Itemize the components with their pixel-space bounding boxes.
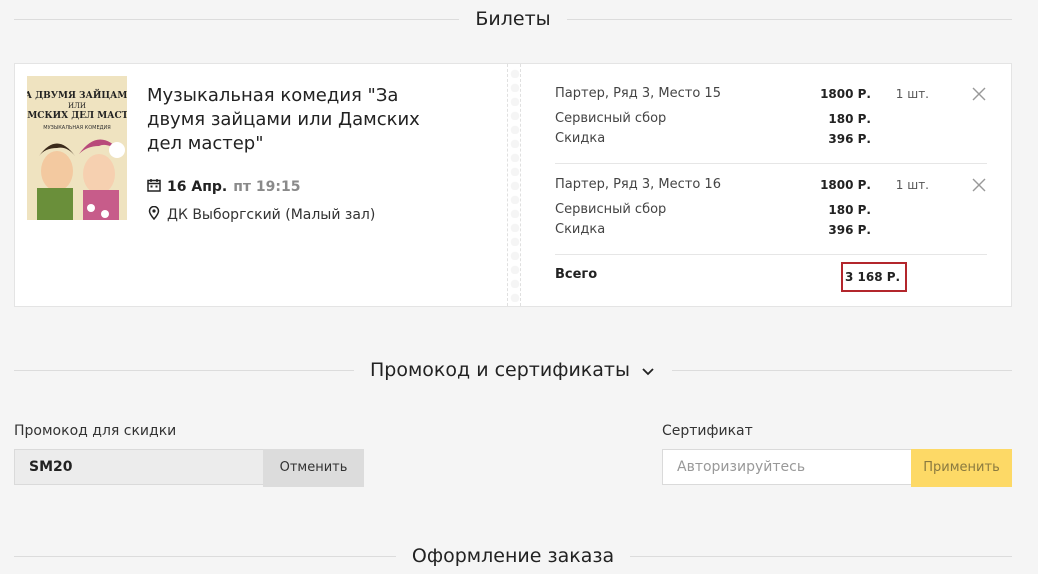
certificate-label: Сертификат xyxy=(662,423,753,439)
event-time: пт 19:15 xyxy=(233,179,301,195)
certificate-input[interactable]: Авторизируйтесь xyxy=(662,449,912,485)
svg-text:ИЛИ: ИЛИ xyxy=(68,102,86,110)
ticket-item: Партер, Ряд 3, Место 15 1800 Р. 1 шт. Се… xyxy=(555,84,987,149)
ticket-card: ЗА ДВУМЯ ЗАЙЦАМИ ИЛИ ДАМСКИХ ДЕЛ МАСТЕР … xyxy=(14,63,1012,307)
remove-ticket-button[interactable] xyxy=(971,177,987,193)
service-fee-label: Сервисный сбор xyxy=(555,111,667,126)
apply-certificate-button[interactable]: Применить xyxy=(911,449,1012,487)
divider xyxy=(14,555,396,557)
promo-section-header[interactable]: Промокод и сертификаты xyxy=(14,359,1012,381)
event-title[interactable]: Музыкальная комедия "За двумя зайцами ил… xyxy=(147,84,437,156)
location-pin-icon xyxy=(147,205,161,224)
ticket-item: Партер, Ряд 3, Место 16 1800 Р. 1 шт. Се… xyxy=(555,175,987,240)
tickets-section-header: Билеты xyxy=(14,8,1013,30)
ticket-quantity: 1 шт. xyxy=(895,87,929,101)
divider xyxy=(555,163,987,164)
ticket-price: 1800 Р. xyxy=(820,87,871,101)
order-section-title: Оформление заказа xyxy=(411,545,615,567)
divider xyxy=(14,18,460,20)
service-fee-value: 180 Р. xyxy=(828,203,871,217)
cancel-promo-button[interactable]: Отменить xyxy=(263,449,364,487)
divider xyxy=(672,369,1012,371)
ticket-seat: Партер, Ряд 3, Место 16 xyxy=(555,177,721,192)
svg-text:ДАМСКИХ ДЕЛ МАСТЕР: ДАМСКИХ ДЕЛ МАСТЕР xyxy=(27,111,127,121)
divider xyxy=(14,369,354,371)
event-venue: ДК Выборгский (Малый зал) xyxy=(147,205,376,224)
venue-name: ДК Выборгский (Малый зал) xyxy=(167,207,376,223)
total-label: Всего xyxy=(555,267,598,282)
svg-text:МУЗЫКАЛЬНАЯ КОМЕДИЯ: МУЗЫКАЛЬНАЯ КОМЕДИЯ xyxy=(43,125,110,131)
promo-code-input[interactable]: SM20 xyxy=(14,449,264,485)
event-date: 16 Апр. xyxy=(167,179,228,195)
discount-value: 396 Р. xyxy=(828,132,871,146)
divider xyxy=(566,18,1013,20)
discount-label: Скидка xyxy=(555,222,606,237)
ticket-quantity: 1 шт. xyxy=(895,178,929,192)
ticket-seat: Партер, Ряд 3, Место 15 xyxy=(555,86,721,101)
divider xyxy=(630,555,1013,557)
discount-value: 396 Р. xyxy=(828,223,871,237)
tickets-section-title: Билеты xyxy=(475,8,551,30)
order-section-header: Оформление заказа xyxy=(14,545,1013,567)
promo-code-label: Промокод для скидки xyxy=(14,423,177,439)
discount-label: Скидка xyxy=(555,131,606,146)
chevron-down-icon[interactable] xyxy=(640,362,656,378)
divider xyxy=(555,254,987,255)
total-value: 3 168 Р. xyxy=(841,262,907,292)
service-fee-value: 180 Р. xyxy=(828,112,871,126)
promo-section-title: Промокод и сертификаты xyxy=(370,359,630,381)
service-fee-label: Сервисный сбор xyxy=(555,202,667,217)
ticket-perforation xyxy=(507,64,521,306)
close-icon xyxy=(972,178,986,192)
event-datetime: 16 Апр. пт 19:15 xyxy=(147,178,300,196)
ticket-price: 1800 Р. xyxy=(820,178,871,192)
close-icon xyxy=(972,87,986,101)
calendar-icon xyxy=(147,178,161,196)
remove-ticket-button[interactable] xyxy=(971,86,987,102)
event-poster: ЗА ДВУМЯ ЗАЙЦАМИ ИЛИ ДАМСКИХ ДЕЛ МАСТЕР … xyxy=(27,76,127,220)
